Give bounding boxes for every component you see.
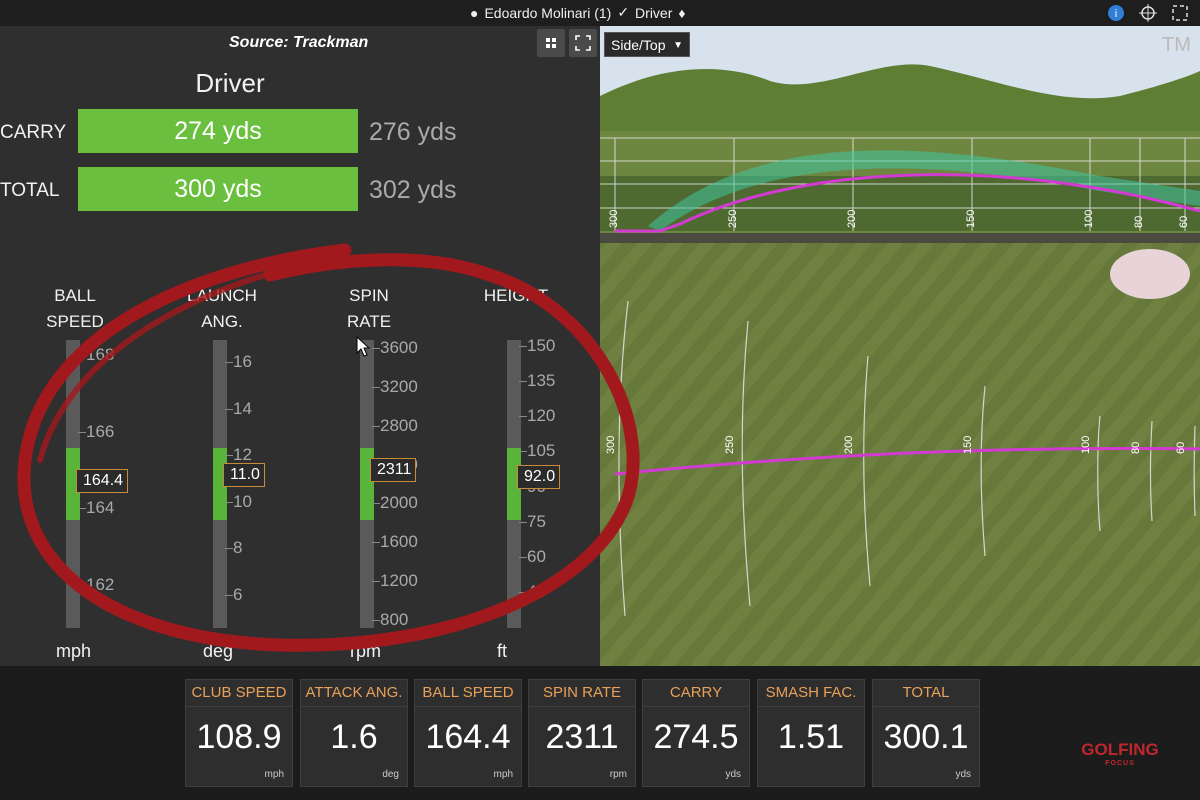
metric-value: 300.1 — [883, 718, 969, 756]
top-distance-label: 200 — [843, 435, 855, 454]
metric-unit: yds — [725, 769, 741, 780]
metric-label: ATTACK ANG. — [301, 680, 407, 707]
metric-value: 1.6 — [330, 718, 378, 756]
club-name[interactable]: Driver — [635, 5, 672, 21]
user-icon: ● — [470, 4, 479, 21]
flight-scene: 300 250 200 150 100 80 60 300 250 200 150 100 80 60 … — [600, 26, 1200, 666]
club-title: Driver — [195, 68, 265, 98]
metric-unit: deg — [382, 769, 399, 780]
golfing-focus-logo: GOLFING FOCUS — [1070, 740, 1170, 767]
side-distance-label: 300 — [608, 209, 620, 228]
total-label: TOTAL — [0, 180, 60, 201]
metric-label: CLUB SPEED — [186, 680, 292, 707]
grid-view-button[interactable] — [537, 29, 565, 57]
metric-label: CARRY — [643, 680, 749, 707]
metric-label: TOTAL — [873, 680, 979, 707]
metric-value: 108.9 — [196, 718, 282, 756]
total-value: 300 yds — [78, 167, 358, 211]
metric-value: 274.5 — [653, 718, 739, 756]
crosshair-icon[interactable] — [1138, 3, 1158, 23]
metric-card-smash-fac[interactable]: SMASH FAC. 1.51 — [757, 679, 865, 787]
top-distance-label: 80 — [1130, 441, 1142, 454]
grid-icon — [546, 38, 556, 48]
top-distance-label: 150 — [962, 435, 974, 454]
side-distance-label: 150 — [965, 209, 977, 228]
view-mode-label: Side/Top — [611, 37, 666, 53]
metric-label: SPIN RATE — [529, 680, 635, 707]
total-alt-value: 302 yds — [369, 176, 457, 204]
metric-label: SMASH FAC. — [758, 680, 864, 707]
info-icon[interactable]: i — [1106, 3, 1126, 23]
user-name[interactable]: Edoardo Molinari (1) — [484, 5, 611, 21]
screenshot-icon[interactable] — [1170, 3, 1190, 23]
session-info: ● Edoardo Molinari (1) ✓ Driver ♦ — [470, 4, 686, 21]
metric-card-ball-speed[interactable]: BALL SPEED 164.4 mph — [414, 679, 522, 787]
metric-value: 1.51 — [777, 718, 845, 756]
top-distance-label: 100 — [1080, 435, 1092, 454]
chevron-down-icon: ▼ — [673, 40, 683, 51]
carry-total-value: 276 yds — [369, 118, 457, 146]
top-distance-label: 60 — [1175, 441, 1187, 454]
logo-line2: FOCUS — [1105, 760, 1135, 767]
trajectory-view — [600, 26, 1200, 666]
metric-card-club-speed[interactable]: CLUB SPEED 108.9 mph — [185, 679, 293, 787]
metric-unit: mph — [264, 769, 284, 780]
checkmark-icon: ✓ — [617, 4, 630, 20]
metric-card-attack-ang[interactable]: ATTACK ANG. 1.6 deg — [300, 679, 408, 787]
metric-card-spin-rate[interactable]: SPIN RATE 2311 rpm — [528, 679, 636, 787]
fullscreen-button[interactable] — [569, 29, 597, 57]
metric-value: 2311 — [545, 718, 619, 756]
metric-unit: mph — [493, 769, 513, 780]
expand-icon — [575, 35, 591, 51]
side-distance-label: 80 — [1133, 215, 1145, 228]
mouse-cursor-icon — [356, 336, 370, 357]
red-circle-annotation — [17, 243, 640, 652]
source-caption: Source: Trackman — [229, 34, 369, 51]
metric-value: 164.4 — [425, 718, 511, 756]
svg-text:i: i — [1115, 8, 1117, 20]
carry-value: 274 yds — [78, 109, 358, 153]
side-distance-label: 250 — [727, 209, 739, 228]
side-distance-label: 60 — [1178, 215, 1190, 228]
metric-card-total[interactable]: TOTAL 300.1 yds — [872, 679, 980, 787]
metric-unit: rpm — [609, 769, 627, 780]
brand-mark: TM — [1162, 34, 1191, 56]
metric-label: BALL SPEED — [415, 680, 521, 707]
side-distance-label: 200 — [846, 209, 858, 228]
side-distance-label: 100 — [1083, 209, 1095, 228]
top-bar: ● Edoardo Molinari (1) ✓ Driver ♦ i — [0, 0, 1200, 26]
carry-label: CARRY — [0, 122, 67, 143]
tag-icon[interactable]: ♦ — [678, 5, 685, 21]
top-distance-label: 250 — [724, 435, 736, 454]
metric-card-carry[interactable]: CARRY 274.5 yds — [642, 679, 750, 787]
view-mode-select[interactable]: Side/Top ▼ — [604, 32, 690, 57]
metric-unit: yds — [955, 769, 971, 780]
logo-line1: GOLFING — [1081, 740, 1159, 759]
